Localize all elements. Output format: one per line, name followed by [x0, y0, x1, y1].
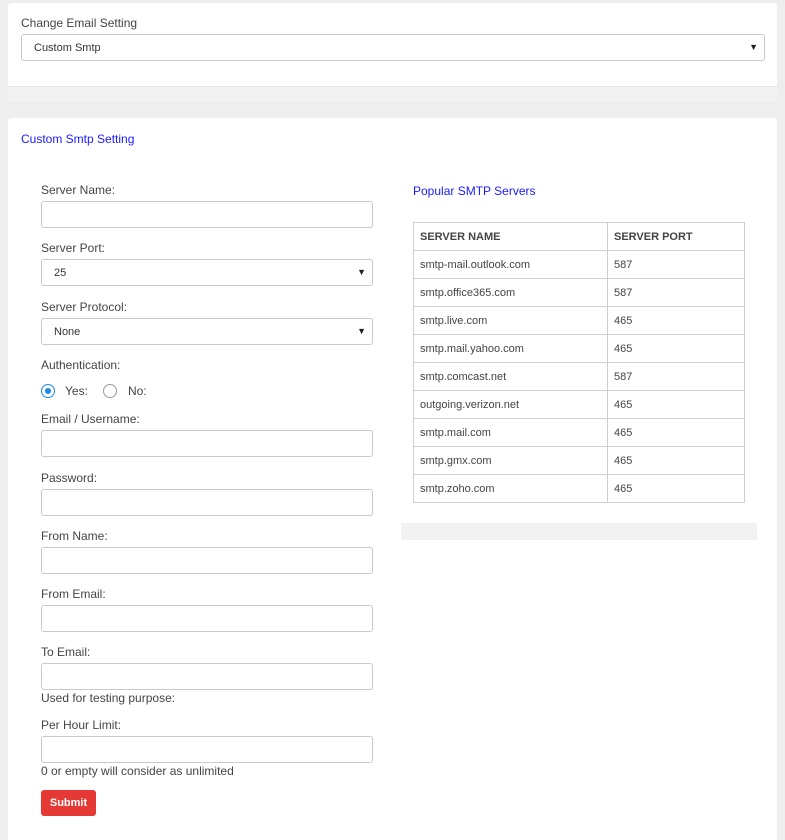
server-name-cell: smtp.live.com [413, 306, 608, 335]
custom-smtp-card: Custom Smtp Setting Server Name: Server … [8, 118, 777, 840]
password-input[interactable] [41, 489, 373, 516]
table-row: smtp-mail.outlook.com 587 [413, 250, 745, 279]
server-port-cell: 587 [607, 362, 745, 391]
per-hour-limit-help: 0 or empty will consider as unlimited [41, 764, 234, 778]
server-port-cell: 465 [607, 334, 745, 363]
column-header-server-port: SERVER PORT [607, 222, 745, 251]
email-username-input[interactable] [41, 430, 373, 457]
server-name-cell: smtp.zoho.com [413, 474, 608, 503]
server-port-cell: 465 [607, 418, 745, 447]
email-setting-card: Change Email Setting Custom Smtp ▼ [8, 3, 777, 102]
email-username-label: Email / Username: [41, 412, 140, 426]
server-port-cell: 465 [607, 446, 745, 475]
server-name-input[interactable] [41, 201, 373, 228]
table-row: smtp.gmx.com 465 [413, 446, 745, 475]
server-port-label: Server Port: [41, 241, 106, 255]
server-name-cell: smtp.office365.com [413, 278, 608, 307]
popular-servers-footer [401, 523, 757, 540]
server-name-cell: smtp.mail.yahoo.com [413, 334, 608, 363]
table-row: smtp.comcast.net 587 [413, 362, 745, 391]
server-port-cell: 465 [607, 306, 745, 335]
server-protocol-value: None [54, 326, 81, 338]
per-hour-limit-label: Per Hour Limit: [41, 718, 122, 732]
chevron-down-icon: ▼ [749, 42, 758, 52]
from-name-label: From Name: [41, 529, 108, 543]
table-row: smtp.mail.com 465 [413, 418, 745, 447]
table-row: smtp.mail.yahoo.com 465 [413, 334, 745, 363]
server-name-cell: smtp.comcast.net [413, 362, 608, 391]
table-row: smtp.office365.com 587 [413, 278, 745, 307]
auth-no-radio[interactable] [103, 384, 117, 398]
custom-smtp-title: Custom Smtp Setting [21, 132, 135, 146]
column-header-server-name: SERVER NAME [413, 222, 608, 251]
chevron-down-icon: ▼ [357, 326, 366, 336]
server-port-cell: 587 [607, 250, 745, 279]
server-port-cell: 587 [607, 278, 745, 307]
email-setting-value: Custom Smtp [34, 42, 101, 54]
server-name-cell: outgoing.verizon.net [413, 390, 608, 419]
popular-servers-table: SERVER NAME SERVER PORT smtp-mail.outloo… [413, 222, 745, 503]
password-label: Password: [41, 471, 98, 485]
submit-button[interactable]: Submit [41, 790, 96, 816]
server-port-select[interactable]: 25 ▼ [41, 259, 373, 286]
email-setting-label: Change Email Setting [21, 16, 138, 30]
per-hour-limit-input[interactable] [41, 736, 373, 763]
auth-yes-radio[interactable] [41, 384, 55, 398]
table-row: smtp.live.com 465 [413, 306, 745, 335]
from-email-input[interactable] [41, 605, 373, 632]
server-port-value: 25 [54, 267, 67, 279]
chevron-down-icon: ▼ [357, 267, 366, 277]
from-name-input[interactable] [41, 547, 373, 574]
popular-servers-title: Popular SMTP Servers [413, 184, 536, 198]
server-port-cell: 465 [607, 474, 745, 503]
card-footer [8, 86, 777, 102]
table-row: outgoing.verizon.net 465 [413, 390, 745, 419]
from-email-label: From Email: [41, 587, 106, 601]
server-name-cell: smtp-mail.outlook.com [413, 250, 608, 279]
to-email-input[interactable] [41, 663, 373, 690]
server-protocol-label: Server Protocol: [41, 300, 128, 314]
server-protocol-select[interactable]: None ▼ [41, 318, 373, 345]
server-name-cell: smtp.gmx.com [413, 446, 608, 475]
authentication-label: Authentication: [41, 358, 121, 372]
server-name-label: Server Name: [41, 183, 116, 197]
to-email-help: Used for testing purpose: [41, 691, 176, 705]
auth-yes-label: Yes: [65, 384, 88, 398]
table-row: smtp.zoho.com 465 [413, 474, 745, 503]
to-email-label: To Email: [41, 645, 91, 659]
auth-no-label: No: [128, 384, 147, 398]
server-port-cell: 465 [607, 390, 745, 419]
email-setting-select[interactable]: Custom Smtp ▼ [21, 34, 765, 61]
server-name-cell: smtp.mail.com [413, 418, 608, 447]
table-header-row: SERVER NAME SERVER PORT [413, 222, 745, 251]
